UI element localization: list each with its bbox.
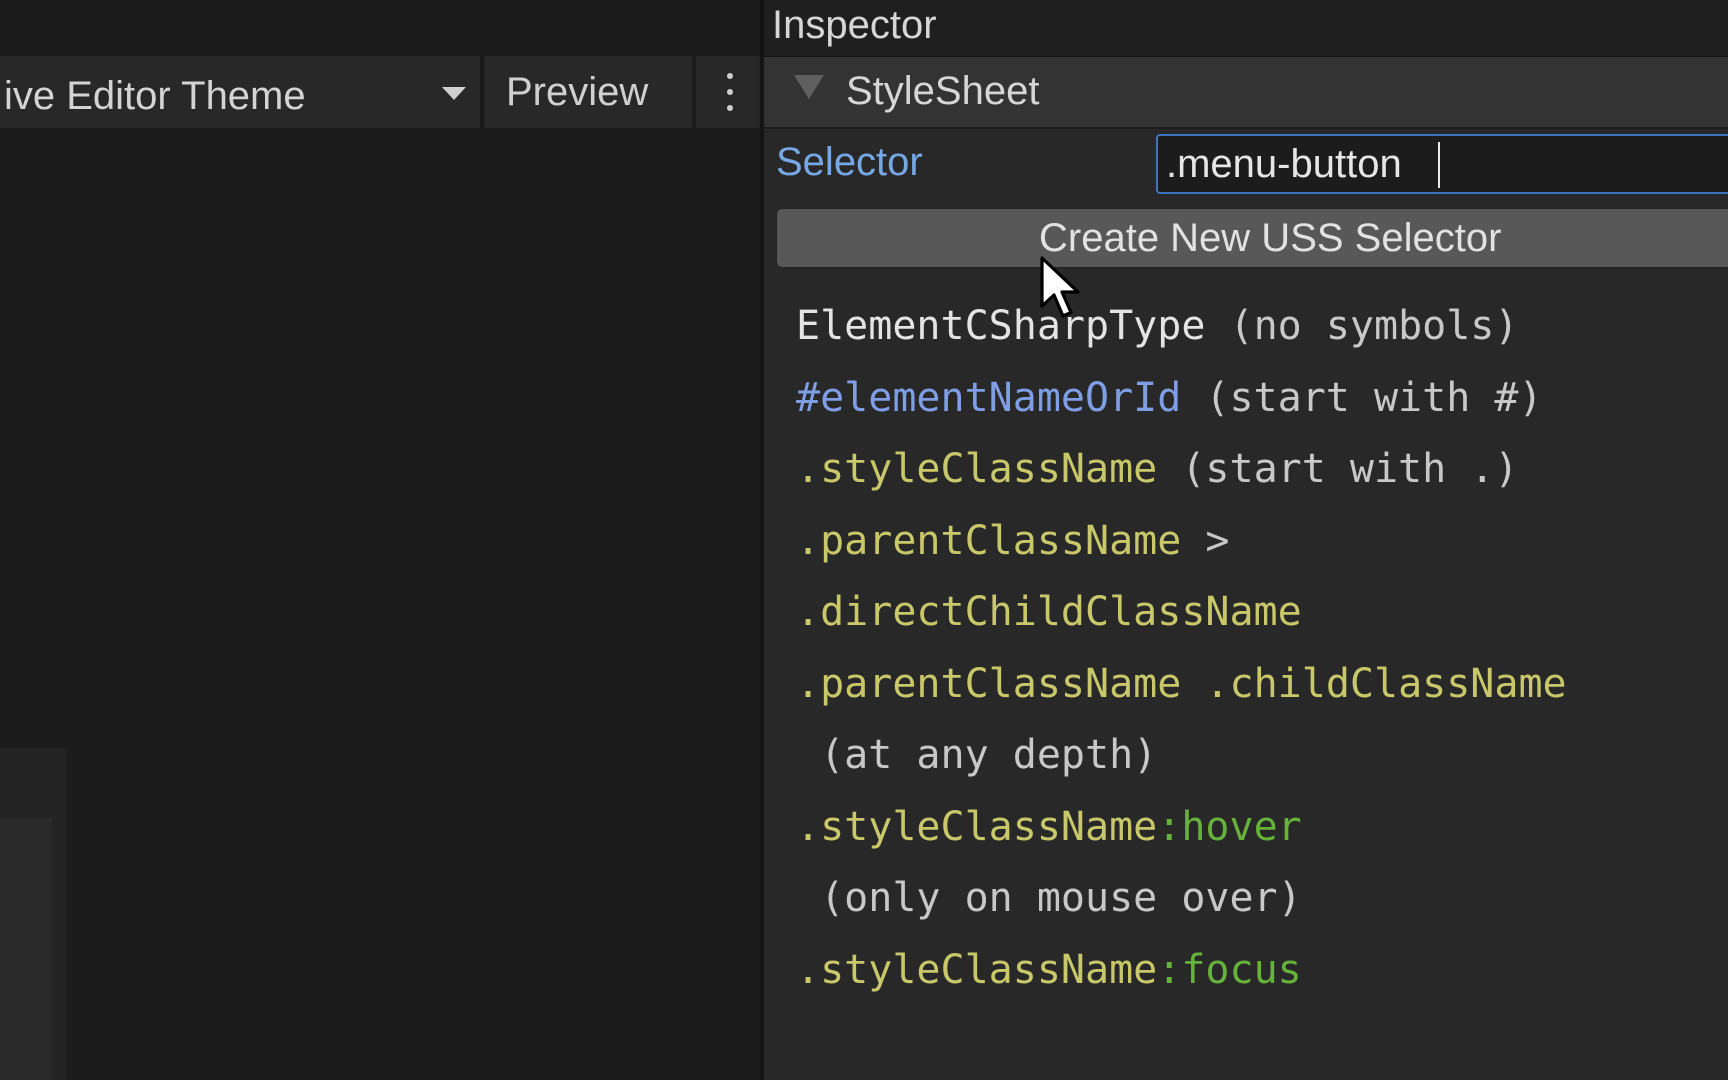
help-line: .parentClassName .childClassName — [796, 654, 1567, 714]
help-token: (at any depth) — [796, 732, 1158, 778]
mouse-cursor-icon — [1040, 256, 1080, 318]
chevron-down-icon — [442, 87, 466, 100]
selector-input[interactable] — [1156, 134, 1728, 194]
help-token: :hover — [1157, 804, 1302, 850]
viewport-canvas-element — [0, 818, 52, 1080]
selector-label: Selector — [776, 140, 923, 184]
help-token: .styleClassName — [796, 446, 1158, 492]
help-line: .parentClassName > — [796, 511, 1229, 571]
viewport-tab-strip — [0, 0, 760, 56]
viewport-toolbar: ive Editor Theme Preview — [0, 56, 760, 129]
toolbar-separator — [480, 56, 484, 128]
preview-button[interactable]: Preview — [486, 56, 692, 128]
help-token: #elementNameOrId — [796, 375, 1182, 421]
theme-dropdown-label: ive Editor Theme — [4, 74, 306, 118]
stylesheet-foldout[interactable]: StyleSheet — [764, 57, 1728, 129]
help-token: (no symbols) — [1205, 303, 1519, 349]
triangle-down-icon[interactable] — [794, 75, 824, 99]
stylesheet-foldout-label: StyleSheet — [846, 69, 1040, 113]
help-token: .styleClassName — [796, 947, 1158, 993]
help-line: .styleClassName (start with .) — [796, 439, 1518, 499]
help-token: (only on mouse over) — [796, 875, 1302, 921]
help-token: .parentClassName — [796, 661, 1182, 707]
help-line: (at any depth) — [796, 725, 1157, 785]
help-line: .directChildClassName — [796, 582, 1302, 642]
help-token: :focus — [1157, 947, 1302, 993]
inspector-title: Inspector — [772, 3, 937, 47]
create-new-uss-selector-button[interactable]: Create New USS Selector — [776, 208, 1728, 268]
help-token: (start with .) — [1157, 446, 1519, 492]
help-token: ElementCSharpType — [796, 303, 1206, 349]
help-token: (start with #) — [1181, 375, 1543, 421]
help-token — [1181, 661, 1205, 707]
viewport-panel: ive Editor Theme Preview — [0, 0, 760, 1080]
help-line: #elementNameOrId (start with #) — [796, 368, 1543, 428]
help-token: .parentClassName — [796, 518, 1182, 564]
help-line: .styleClassName:hover — [796, 797, 1302, 857]
help-line: (only on mouse over) — [796, 868, 1302, 928]
inspector-panel: Inspector StyleSheet Selector Create New… — [764, 0, 1728, 1080]
inspector-header: Inspector — [764, 0, 1728, 57]
app-window: ive Editor Theme Preview Inspector Style… — [0, 0, 1728, 1080]
help-line: ElementCSharpType (no symbols) — [796, 296, 1518, 356]
help-token: > — [1181, 518, 1230, 564]
help-line: .styleClassName:focus — [796, 940, 1302, 1000]
kebab-menu-icon[interactable] — [696, 56, 756, 128]
theme-dropdown[interactable]: ive Editor Theme — [0, 56, 480, 128]
text-caret — [1438, 142, 1440, 188]
help-token: .styleClassName — [796, 804, 1158, 850]
help-token: .childClassName — [1205, 661, 1567, 707]
help-token: .directChildClassName — [796, 589, 1302, 635]
